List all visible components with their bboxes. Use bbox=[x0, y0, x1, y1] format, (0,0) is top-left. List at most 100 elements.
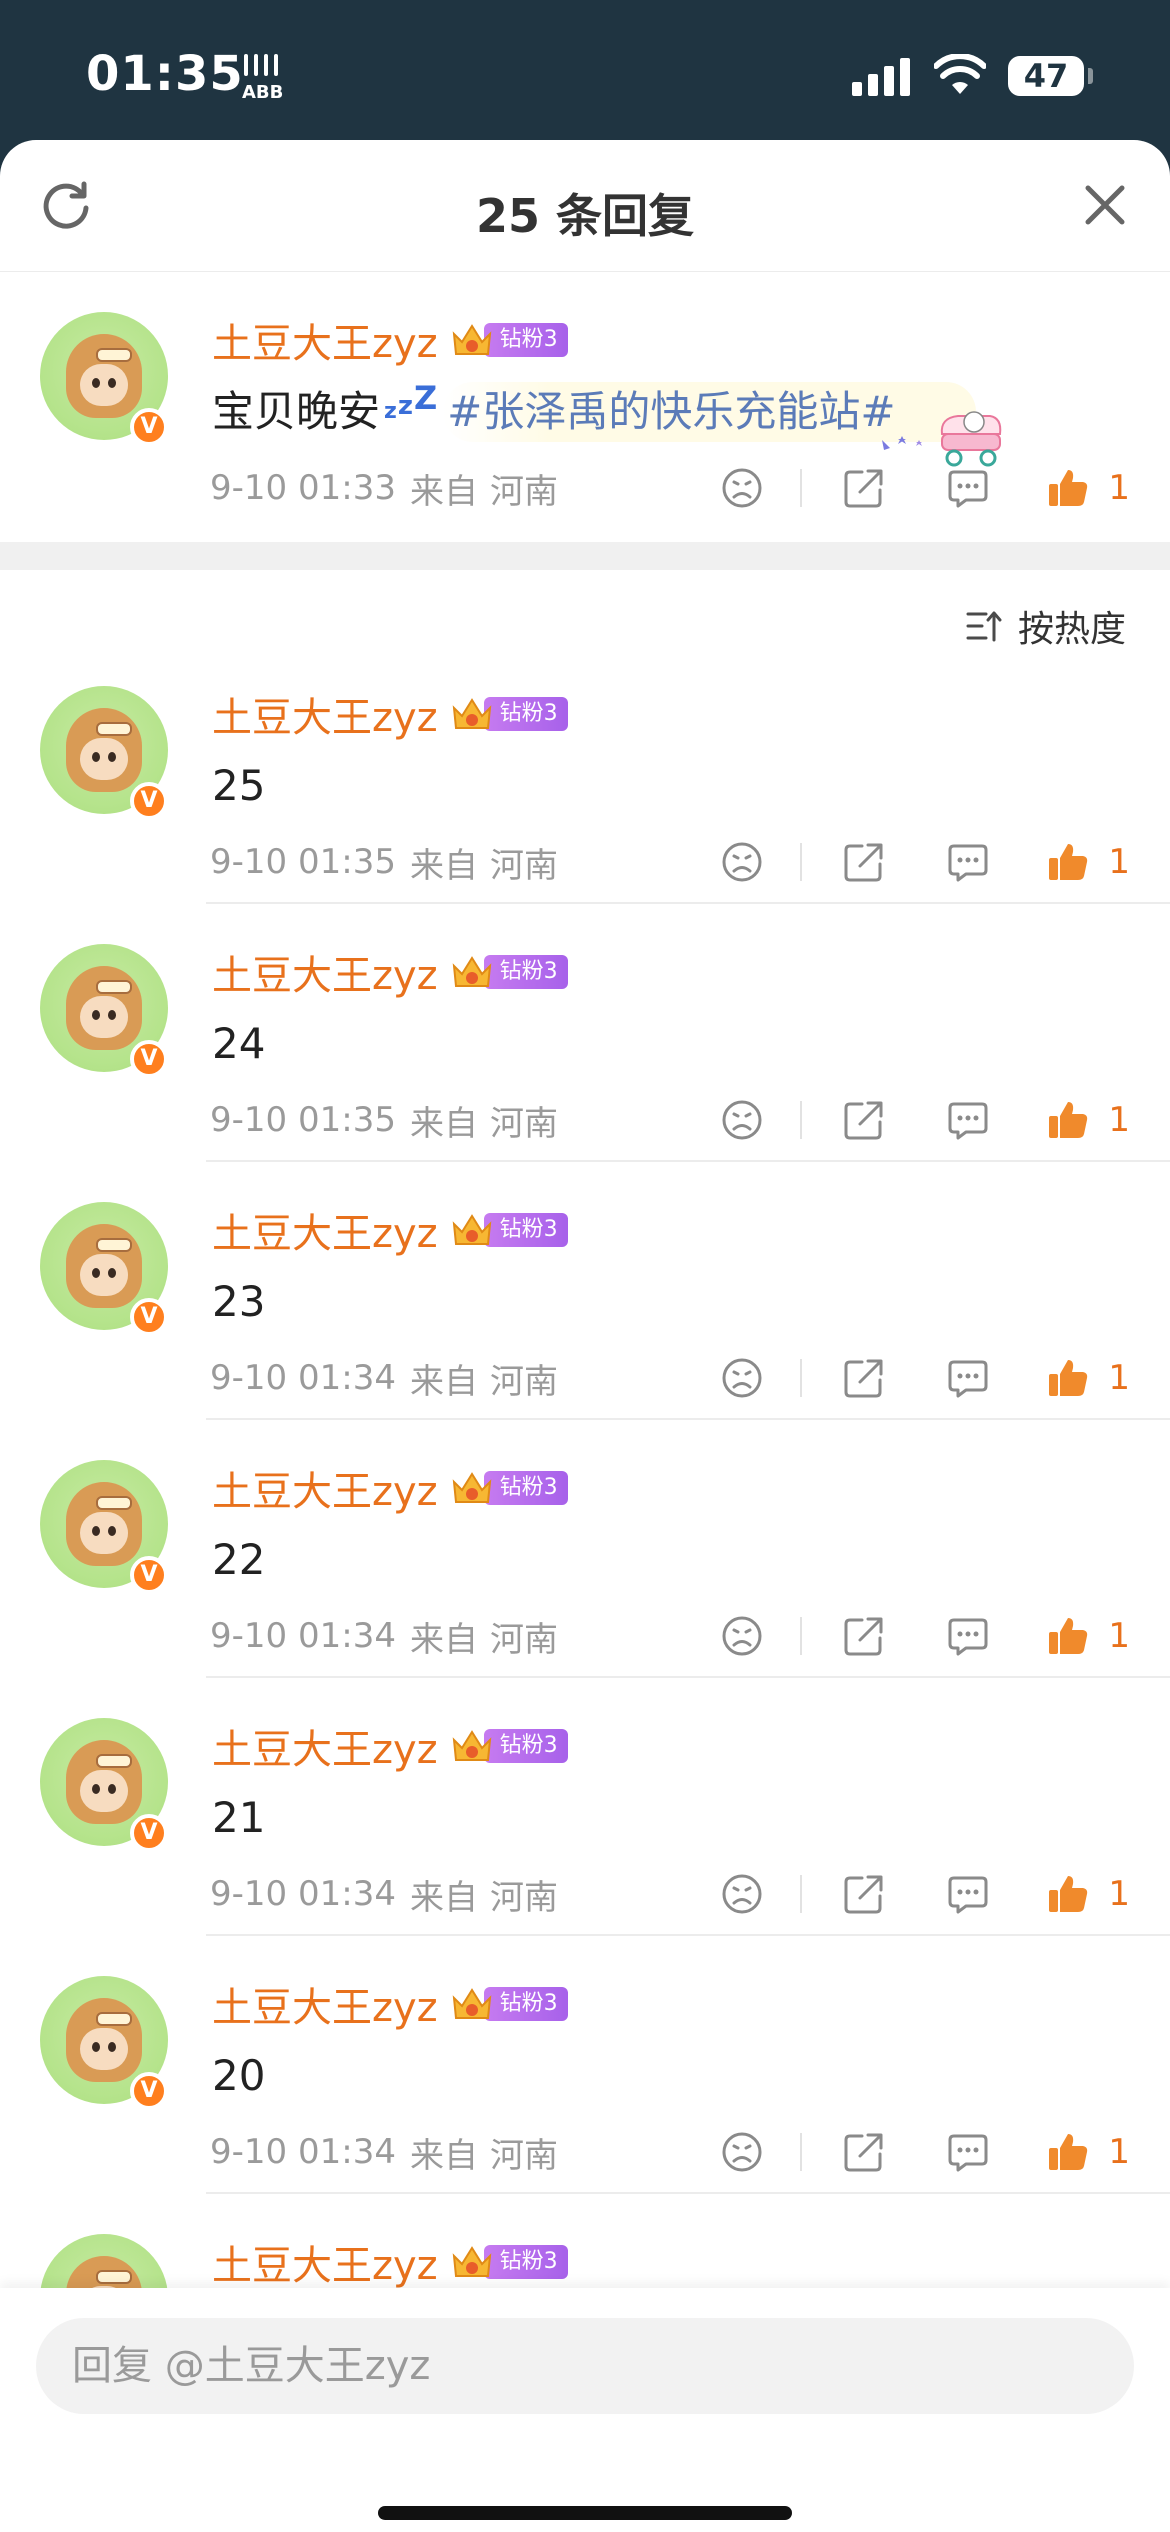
battery-cap bbox=[1088, 68, 1093, 84]
crown-icon bbox=[452, 1214, 491, 1245]
like-button[interactable]: 1 bbox=[1046, 1098, 1130, 1142]
name-row: 土豆大王zyz 钻粉3 bbox=[212, 1202, 568, 1258]
source-prefix: 来自 bbox=[409, 1877, 478, 1918]
name-row: 土豆大王zyz 钻粉3 bbox=[212, 686, 568, 742]
source-prefix: 来自 bbox=[409, 1619, 478, 1660]
reply-item: V 土豆大王zyz 钻粉3 20 9-10 01:34 来自 河南 1 bbox=[0, 1936, 1170, 2194]
name-row: 土豆大王zyz 钻粉3 bbox=[212, 312, 568, 368]
verified-badge-icon: V bbox=[130, 1298, 168, 1336]
comment-location: 河南 bbox=[489, 1361, 558, 1402]
share-icon[interactable] bbox=[842, 466, 886, 510]
like-button[interactable]: 1 bbox=[1046, 840, 1130, 884]
fan-badge[interactable]: 钻粉3 bbox=[450, 694, 568, 734]
sort-by-hot-button[interactable]: 按热度 bbox=[964, 600, 1126, 652]
thumbs-up-icon bbox=[1049, 470, 1088, 506]
fan-badge[interactable]: 钻粉3 bbox=[450, 320, 568, 360]
dislike-icon[interactable] bbox=[720, 1098, 764, 1142]
dislike-icon[interactable] bbox=[720, 1872, 764, 1916]
verified-badge-icon: V bbox=[130, 2072, 168, 2110]
comment-text: 21 bbox=[212, 1793, 266, 1842]
sleep-emoji-icon: zzZ bbox=[384, 379, 438, 424]
like-button[interactable]: 1 bbox=[1046, 2130, 1130, 2174]
fan-badge-label: 钻粉3 bbox=[483, 1729, 568, 1763]
comment-time: 9-10 01:34 bbox=[210, 2132, 396, 2172]
fan-badge[interactable]: 钻粉3 bbox=[450, 1726, 568, 1766]
username[interactable]: 土豆大王zyz bbox=[212, 311, 438, 369]
share-icon[interactable] bbox=[842, 2130, 886, 2174]
dislike-icon[interactable] bbox=[720, 2130, 764, 2174]
username[interactable]: 土豆大王zyz bbox=[212, 2233, 438, 2291]
sheet-title: 25 条回复 bbox=[475, 189, 695, 243]
crown-icon bbox=[452, 956, 491, 987]
share-icon[interactable] bbox=[842, 1614, 886, 1658]
share-icon[interactable] bbox=[842, 1872, 886, 1916]
avatar-illustration bbox=[66, 334, 142, 418]
comment-text: 20 bbox=[212, 2051, 266, 2100]
share-icon[interactable] bbox=[842, 1098, 886, 1142]
reply-input[interactable] bbox=[36, 2318, 1134, 2414]
comment-actions: 1 bbox=[720, 1092, 1130, 1148]
comment-text: 23 bbox=[212, 1277, 266, 1326]
dislike-icon[interactable] bbox=[720, 1356, 764, 1400]
comment-meta: 9-10 01:34 来自 河南 1 bbox=[210, 1350, 1130, 1406]
crown-icon bbox=[452, 698, 491, 729]
fan-badge[interactable]: 钻粉3 bbox=[450, 952, 568, 992]
action-divider bbox=[800, 2133, 803, 2171]
username[interactable]: 土豆大王zyz bbox=[212, 943, 438, 1001]
dislike-icon[interactable] bbox=[720, 466, 764, 510]
dislike-icon[interactable] bbox=[720, 840, 764, 884]
like-button[interactable]: 1 bbox=[1046, 1356, 1130, 1400]
username[interactable]: 土豆大王zyz bbox=[212, 1975, 438, 2033]
comment-icon[interactable] bbox=[946, 2130, 990, 2174]
share-icon[interactable] bbox=[842, 1356, 886, 1400]
fan-badge-label: 钻粉3 bbox=[483, 697, 568, 731]
comment-icon[interactable] bbox=[946, 1614, 990, 1658]
like-count: 1 bbox=[1108, 842, 1130, 882]
like-button[interactable]: 1 bbox=[1046, 1614, 1130, 1658]
comment-actions: 1 bbox=[720, 460, 1130, 516]
comment-icon[interactable] bbox=[946, 1872, 990, 1916]
username[interactable]: 土豆大王zyz bbox=[212, 1201, 438, 1259]
like-button[interactable]: 1 bbox=[1046, 1872, 1130, 1916]
share-icon[interactable] bbox=[842, 840, 886, 884]
thumbs-up-icon bbox=[1049, 1876, 1088, 1912]
fan-badge[interactable]: 钻粉3 bbox=[450, 1984, 568, 2024]
action-divider bbox=[800, 1875, 803, 1913]
source-prefix: 来自 bbox=[409, 1103, 478, 1144]
comment-text: 22 bbox=[212, 1535, 266, 1584]
status-time: 01:35 bbox=[86, 46, 244, 102]
comment-icon[interactable] bbox=[946, 1098, 990, 1142]
username[interactable]: 土豆大王zyz bbox=[212, 685, 438, 743]
like-count: 1 bbox=[1108, 1874, 1130, 1914]
like-button[interactable]: 1 bbox=[1046, 466, 1130, 510]
crown-icon bbox=[452, 324, 491, 355]
bottom-bar bbox=[0, 2288, 1170, 2532]
comment-icon[interactable] bbox=[946, 840, 990, 884]
crown-icon bbox=[452, 1988, 491, 2019]
username[interactable]: 土豆大王zyz bbox=[212, 1459, 438, 1517]
fan-badge[interactable]: 钻粉3 bbox=[450, 2242, 568, 2282]
dislike-icon[interactable] bbox=[720, 1614, 764, 1658]
source-prefix: 来自 bbox=[409, 2135, 478, 2176]
avatar-illustration bbox=[66, 1740, 142, 1824]
username[interactable]: 土豆大王zyz bbox=[212, 1717, 438, 1775]
comment-meta: 9-10 01:34 来自 河南 1 bbox=[210, 1608, 1130, 1664]
comment-icon[interactable] bbox=[946, 1356, 990, 1400]
thumbs-up-icon bbox=[1049, 1618, 1088, 1654]
avatar-illustration bbox=[66, 966, 142, 1050]
verified-badge-icon: V bbox=[130, 1814, 168, 1852]
close-icon[interactable] bbox=[1080, 180, 1130, 230]
fan-badge[interactable]: 钻粉3 bbox=[450, 1210, 568, 1250]
name-row: 土豆大王zyz 钻粉3 bbox=[212, 2234, 568, 2290]
comment-location: 河南 bbox=[489, 471, 558, 512]
comment-icon[interactable] bbox=[946, 466, 990, 510]
like-count: 1 bbox=[1108, 1616, 1130, 1656]
fan-badge-label: 钻粉3 bbox=[483, 1471, 568, 1505]
reply-item: V 土豆大王zyz 钻粉3 22 9-10 01:34 来自 河南 1 bbox=[0, 1420, 1170, 1678]
wifi-icon bbox=[934, 54, 986, 94]
comment-location: 河南 bbox=[489, 1103, 558, 1144]
comment-location: 河南 bbox=[489, 845, 558, 886]
sort-icon bbox=[966, 611, 1002, 642]
fan-badge[interactable]: 钻粉3 bbox=[450, 1468, 568, 1508]
name-row: 土豆大王zyz 钻粉3 bbox=[212, 1976, 568, 2032]
